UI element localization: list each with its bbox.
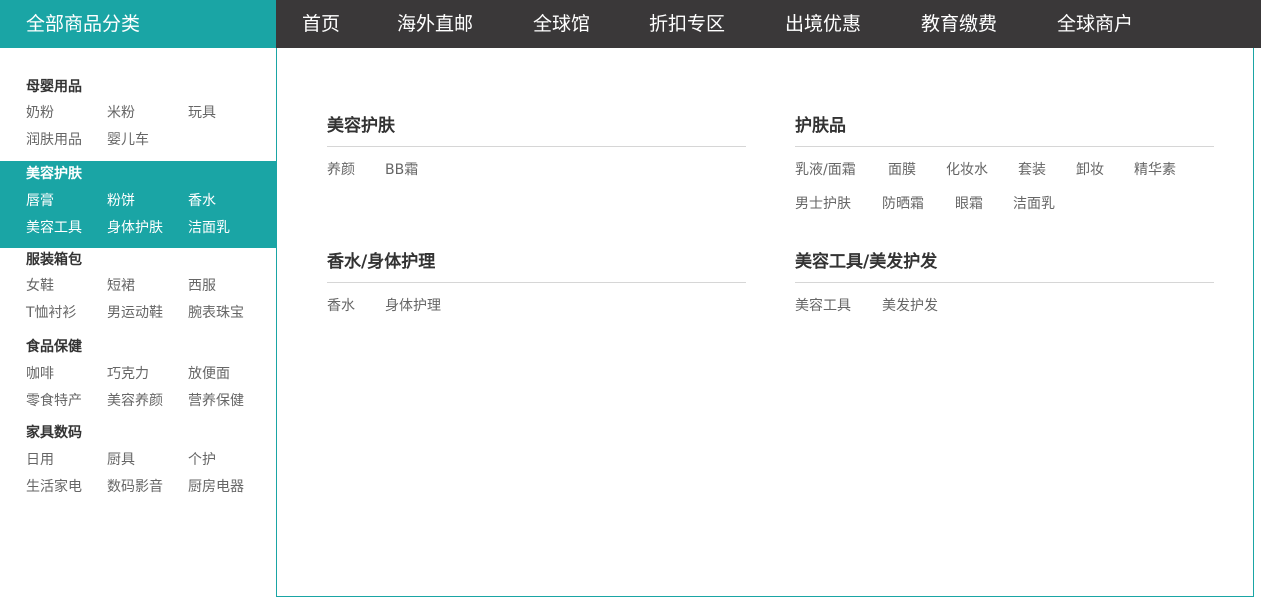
category-beauty-skincare[interactable]: 美容护肤 唇膏 粉饼 香水 美容工具 身体护肤 洁面乳 <box>0 161 276 248</box>
category-item[interactable]: 女鞋 <box>26 275 54 295</box>
category-item[interactable]: 玩具 <box>188 102 216 122</box>
category-item[interactable]: 奶粉 <box>26 102 54 122</box>
category-item[interactable]: 身体护肤 <box>107 217 163 237</box>
category-item[interactable]: 日用 <box>26 449 54 469</box>
category-item[interactable]: 唇膏 <box>26 190 54 210</box>
group-divider <box>327 282 746 283</box>
group-divider <box>327 146 746 147</box>
group-title[interactable]: 香水/身体护理 <box>327 247 435 272</box>
subcategory-link[interactable]: 化妆水 <box>946 159 988 179</box>
category-item[interactable]: 男运动鞋 <box>107 302 163 322</box>
category-title: 母婴用品 <box>26 79 82 95</box>
subcategory-link[interactable]: 套装 <box>1018 159 1046 179</box>
category-item[interactable]: 放便面 <box>188 363 230 383</box>
subcategory-group-perfume-body: 香水/身体护理 香水 身体护理 <box>327 247 746 327</box>
nav-item-overseas-direct[interactable]: 海外直邮 <box>397 0 473 48</box>
category-item[interactable]: 腕表珠宝 <box>188 302 244 322</box>
subcategory-link[interactable]: 眼霜 <box>955 193 983 213</box>
subcategory-link[interactable]: 美容工具 <box>795 295 851 315</box>
subcategory-link[interactable]: 洁面乳 <box>1013 193 1055 213</box>
subcategory-link[interactable]: 面膜 <box>888 159 916 179</box>
category-item[interactable]: 洁面乳 <box>188 217 230 237</box>
category-food-health[interactable]: 食品保健 咖啡 巧克力 放便面 零食特产 美容养颜 营养保健 <box>0 335 276 417</box>
group-title[interactable]: 护肤品 <box>795 111 846 136</box>
nav-item-discount-zone[interactable]: 折扣专区 <box>649 0 725 48</box>
category-item[interactable]: 生活家电 <box>26 476 82 496</box>
category-title: 服装箱包 <box>26 252 82 268</box>
category-item[interactable]: 短裙 <box>107 275 135 295</box>
subcategory-link[interactable]: 男士护肤 <box>795 193 851 213</box>
category-item[interactable]: 米粉 <box>107 102 135 122</box>
nav-item-home[interactable]: 首页 <box>302 0 340 48</box>
category-item[interactable]: 美容养颜 <box>107 390 163 410</box>
category-item[interactable]: 营养保健 <box>188 390 244 410</box>
category-apparel-bags[interactable]: 服装箱包 女鞋 短裙 西服 T恤衬衫 男运动鞋 腕表珠宝 <box>0 248 276 330</box>
top-navigation-bar: 全部商品分类 首页 海外直邮 全球馆 折扣专区 出境优惠 教育缴费 全球商户 <box>0 0 1261 48</box>
category-item[interactable]: 婴儿车 <box>107 129 149 149</box>
category-item[interactable]: T恤衬衫 <box>26 302 77 322</box>
category-item[interactable]: 厨具 <box>107 449 135 469</box>
category-item[interactable]: 数码影音 <box>107 476 163 496</box>
category-item[interactable]: 咖啡 <box>26 363 54 383</box>
subcategory-link[interactable]: 精华素 <box>1134 159 1176 179</box>
subcategory-link[interactable]: 身体护理 <box>385 295 441 315</box>
subcategory-group-skincare-products: 护肤品 乳液/面霜 面膜 化妆水 套装 卸妆 精华素 男士护肤 防晒霜 眼霜 洁… <box>795 111 1214 221</box>
category-maternal-baby[interactable]: 母婴用品 奶粉 米粉 玩具 润肤用品 婴儿车 <box>0 70 276 152</box>
category-item[interactable]: 美容工具 <box>26 217 82 237</box>
nav-item-global-merchants[interactable]: 全球商户 <box>1057 0 1133 48</box>
category-item[interactable]: 粉饼 <box>107 190 135 210</box>
category-title: 美容护肤 <box>26 166 82 182</box>
subcategory-link[interactable]: 养颜 <box>327 159 355 179</box>
subcategory-panel: 美容护肤 养颜 BB霜 护肤品 乳液/面霜 面膜 化妆水 套装 卸妆 精华素 男… <box>276 48 1254 597</box>
category-title: 食品保健 <box>26 339 82 355</box>
subcategory-link[interactable]: 防晒霜 <box>882 193 924 213</box>
group-title[interactable]: 美容工具/美发护发 <box>795 247 937 272</box>
all-categories-button[interactable]: 全部商品分类 <box>0 0 276 48</box>
nav-item-outbound-offers[interactable]: 出境优惠 <box>785 0 861 48</box>
category-item[interactable]: 个护 <box>188 449 216 469</box>
category-item[interactable]: 零食特产 <box>26 390 82 410</box>
group-divider <box>795 282 1214 283</box>
subcategory-link[interactable]: 乳液/面霜 <box>795 159 856 179</box>
category-title: 家具数码 <box>26 425 82 441</box>
category-item[interactable]: 润肤用品 <box>26 129 82 149</box>
category-item[interactable]: 香水 <box>188 190 216 210</box>
subcategory-link[interactable]: BB霜 <box>385 159 418 179</box>
subcategory-group-beauty-tools-hair: 美容工具/美发护发 美容工具 美发护发 <box>795 247 1214 327</box>
category-item[interactable]: 西服 <box>188 275 216 295</box>
category-item[interactable]: 厨房电器 <box>188 476 244 496</box>
nav-item-education-payment[interactable]: 教育缴费 <box>921 0 997 48</box>
category-home-digital[interactable]: 家具数码 日用 厨具 个护 生活家电 数码影音 厨房电器 <box>0 421 276 503</box>
subcategory-group-beauty-skincare: 美容护肤 养颜 BB霜 <box>327 111 746 191</box>
nav-item-global-pavilion[interactable]: 全球馆 <box>533 0 590 48</box>
subcategory-link[interactable]: 香水 <box>327 295 355 315</box>
group-divider <box>795 146 1214 147</box>
subcategory-link[interactable]: 美发护发 <box>882 295 938 315</box>
category-item[interactable]: 巧克力 <box>107 363 149 383</box>
subcategory-link[interactable]: 卸妆 <box>1076 159 1104 179</box>
group-title[interactable]: 美容护肤 <box>327 111 395 136</box>
